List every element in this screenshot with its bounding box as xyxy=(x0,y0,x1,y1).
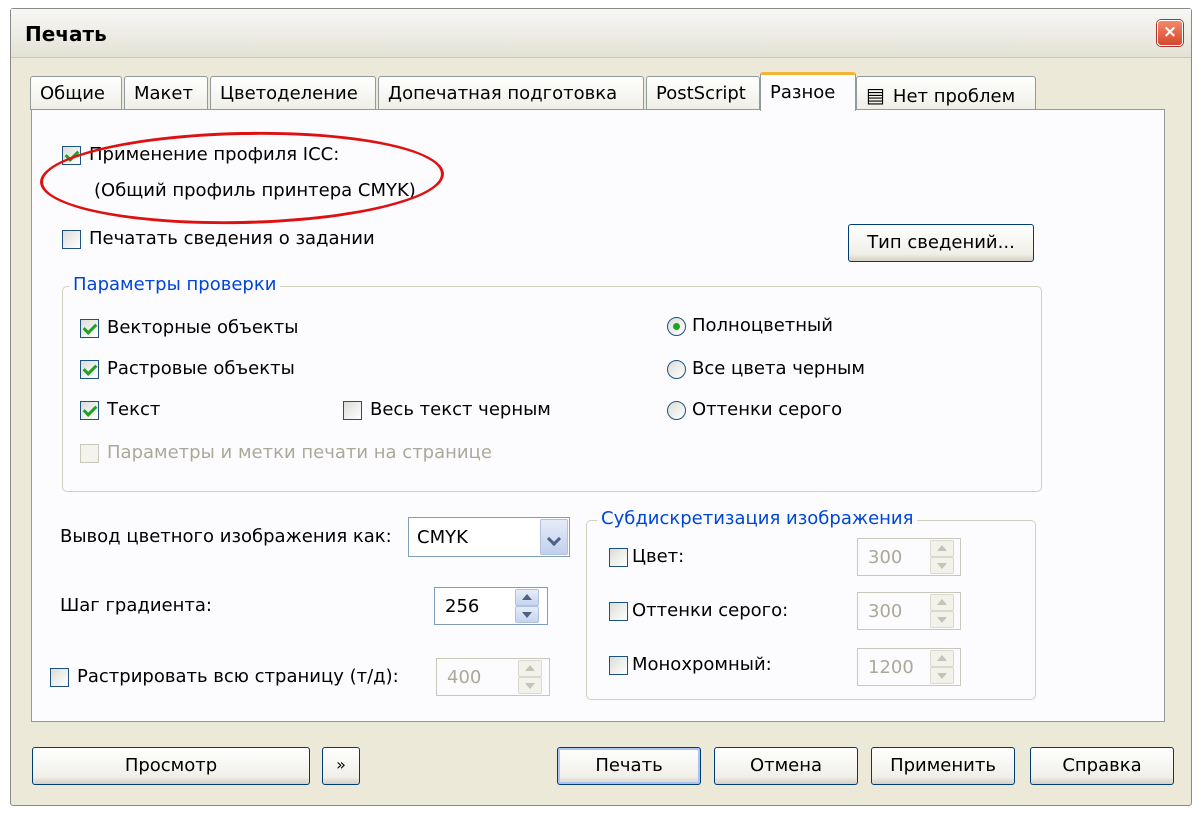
downsample-mono-spinner[interactable] xyxy=(930,650,954,684)
spin-down-icon[interactable] xyxy=(930,611,954,628)
all-text-black-checkbox[interactable] xyxy=(343,401,362,420)
spin-up-icon[interactable] xyxy=(518,660,542,677)
print-button[interactable]: Печать xyxy=(557,747,701,785)
downsample-color-checkbox[interactable] xyxy=(609,548,628,567)
bitmap-objects-label: Растровые объекты xyxy=(107,358,295,379)
document-check-icon: ▤ xyxy=(866,83,885,107)
tab-postscript[interactable]: PostScript xyxy=(646,76,760,110)
bitmap-objects-checkbox[interactable] xyxy=(80,360,99,379)
tab-layout[interactable]: Макет xyxy=(124,76,208,110)
close-button[interactable]: × xyxy=(1157,20,1183,46)
tab-general[interactable]: Общие xyxy=(30,76,122,110)
tab-separations[interactable]: Цветоделение xyxy=(210,76,376,110)
all-black-label: Все цвета черным xyxy=(692,358,865,379)
full-color-label: Полноцветный xyxy=(692,315,833,336)
icc-profile-label: Применение профиля ICC: xyxy=(89,144,340,165)
chevron-down-icon[interactable] xyxy=(540,519,568,555)
tab-no-issues[interactable]: ▤ Нет проблем xyxy=(856,76,1036,110)
tab-misc[interactable]: Разное xyxy=(760,72,856,111)
gradient-steps-spinner[interactable] xyxy=(515,589,539,623)
all-black-radio[interactable] xyxy=(667,360,686,379)
rasterize-page-label: Растрировать всю страницу (т/д): xyxy=(77,666,399,687)
print-job-info-label: Печатать сведения о задании xyxy=(89,228,375,249)
rasterize-page-checkbox[interactable] xyxy=(50,668,69,687)
all-text-black-label: Весь текст черным xyxy=(370,399,551,420)
icc-profile-checkbox[interactable] xyxy=(62,146,81,165)
double-chevron-right-icon: » xyxy=(336,755,346,774)
downsample-legend: Субдискретизация изображения xyxy=(597,508,918,529)
cancel-button[interactable]: Отмена xyxy=(714,747,858,785)
vector-objects-checkbox[interactable] xyxy=(80,319,99,338)
grayscale-label: Оттенки серого xyxy=(692,399,843,420)
spin-down-icon[interactable] xyxy=(518,677,542,694)
downsample-mono-label: Монохромный: xyxy=(632,654,772,675)
title-bar: Печать × xyxy=(11,9,1191,58)
help-button[interactable]: Справка xyxy=(1030,747,1174,785)
downsample-grayscale-checkbox[interactable] xyxy=(609,602,628,621)
downsample-grayscale-spinner[interactable] xyxy=(930,594,954,628)
spin-up-icon[interactable] xyxy=(930,594,954,611)
close-icon: × xyxy=(1162,22,1178,42)
page-marks-checkbox[interactable] xyxy=(80,444,99,463)
downsample-color-label: Цвет: xyxy=(632,546,685,567)
spin-down-icon[interactable] xyxy=(930,667,954,684)
spin-up-icon[interactable] xyxy=(930,650,954,667)
grayscale-radio[interactable] xyxy=(667,401,686,420)
info-type-button[interactable]: Тип сведений... xyxy=(848,224,1034,262)
icc-profile-value: (Общий профиль принтера CMYK) xyxy=(94,180,416,201)
dialog-title: Печать xyxy=(25,22,107,46)
print-job-info-checkbox[interactable] xyxy=(62,230,81,249)
text-label: Текст xyxy=(107,399,161,420)
downsample-mono-checkbox[interactable] xyxy=(609,656,628,675)
spin-down-icon[interactable] xyxy=(515,606,539,623)
rasterize-dpi-spinner[interactable] xyxy=(518,660,542,694)
proof-settings-legend: Параметры проверки xyxy=(69,274,281,295)
color-output-select[interactable]: CMYK xyxy=(408,517,570,557)
vector-objects-label: Векторные объекты xyxy=(107,317,299,338)
color-output-label: Вывод цветного изображения как: xyxy=(60,526,392,547)
page-marks-label: Параметры и метки печати на странице xyxy=(107,442,492,463)
expand-preview-button[interactable]: » xyxy=(322,747,360,785)
full-color-radio[interactable] xyxy=(667,317,686,336)
text-checkbox[interactable] xyxy=(80,401,99,420)
spin-up-icon[interactable] xyxy=(930,540,954,557)
downsample-grayscale-label: Оттенки серого: xyxy=(632,600,789,621)
apply-button[interactable]: Применить xyxy=(871,747,1015,785)
spin-down-icon[interactable] xyxy=(930,557,954,574)
spin-up-icon[interactable] xyxy=(515,589,539,606)
preview-button[interactable]: Просмотр xyxy=(32,747,310,785)
color-output-value: CMYK xyxy=(417,527,468,548)
downsample-color-spinner[interactable] xyxy=(930,540,954,574)
gradient-steps-label: Шаг градиента: xyxy=(60,595,212,616)
tab-prepress[interactable]: Допечатная подготовка xyxy=(378,76,644,110)
